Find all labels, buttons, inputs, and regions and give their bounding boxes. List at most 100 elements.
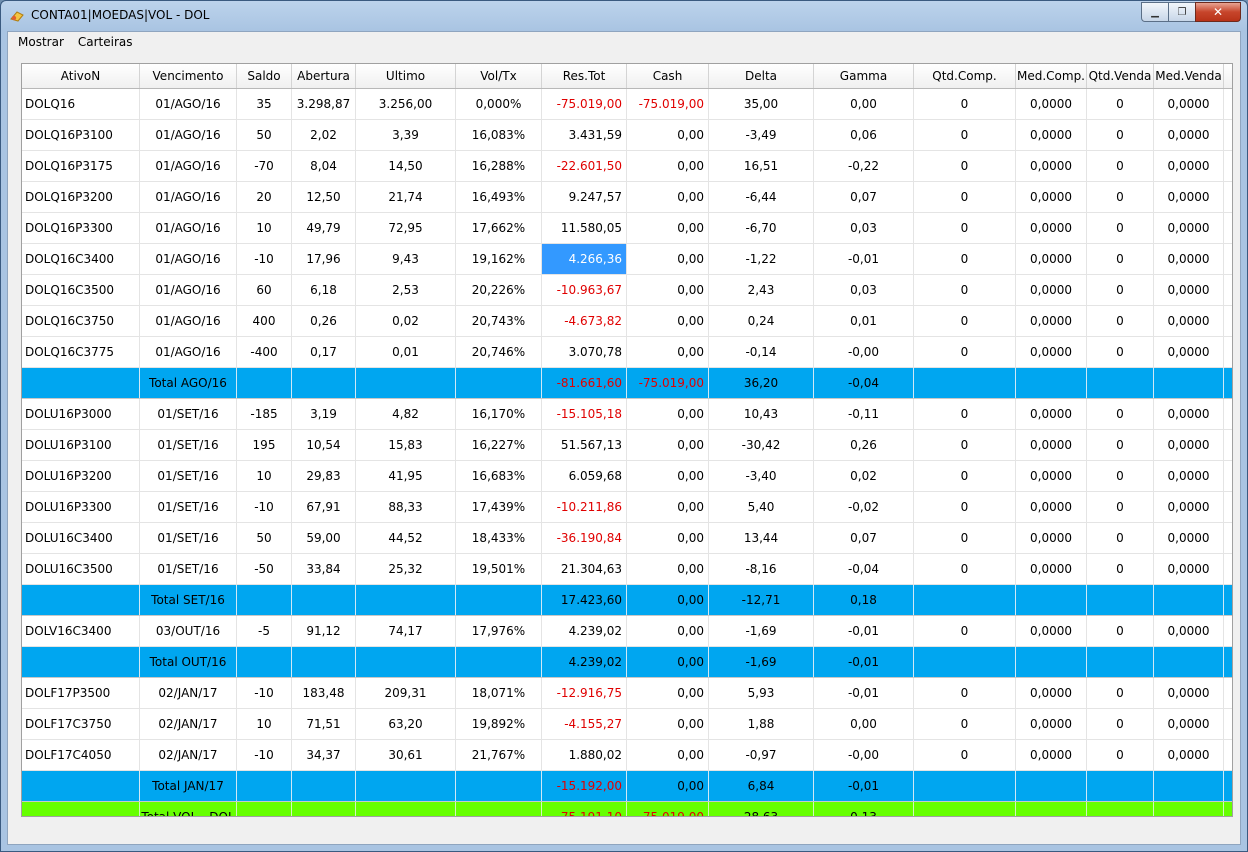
table-row[interactable]: DOLF17C4050 02/JAN/17 -10 34,37 30,61 21,767%…: [22, 740, 1232, 771]
table-cell[interactable]: 0: [1087, 523, 1154, 553]
table-cell[interactable]: -81.661,60: [542, 368, 627, 398]
table-cell[interactable]: [22, 368, 140, 398]
table-cell[interactable]: 02/JAN/17: [140, 709, 237, 739]
grand-total-row[interactable]: Total VOL - DOL -75.191,10 -75.019,00 28,63…: [22, 802, 1232, 816]
table-cell[interactable]: DOLU16C3400: [22, 523, 140, 553]
column-header[interactable]: Ultimo: [356, 64, 456, 88]
table-cell[interactable]: 33,84: [292, 554, 356, 584]
table-cell[interactable]: 0,26: [292, 306, 356, 336]
table-cell[interactable]: 0,00: [627, 616, 709, 646]
table-cell[interactable]: -1,69: [709, 647, 814, 677]
table-cell[interactable]: 19,501%: [456, 554, 542, 584]
table-cell[interactable]: 0: [1087, 244, 1154, 274]
table-cell[interactable]: -75.019,00: [627, 89, 709, 119]
table-cell[interactable]: 2,43: [709, 275, 814, 305]
table-cell[interactable]: 18,071%: [456, 678, 542, 708]
table-cell[interactable]: [1087, 647, 1154, 677]
table-cell[interactable]: 28,63: [709, 802, 814, 816]
subtotal-row[interactable]: Total JAN/17 -15.192,00 0,00 6,84 -0,01: [22, 771, 1232, 802]
table-cell[interactable]: 01/AGO/16: [140, 275, 237, 305]
table-cell[interactable]: 5,40: [709, 492, 814, 522]
table-cell[interactable]: 17,439%: [456, 492, 542, 522]
table-cell[interactable]: DOLU16P3100: [22, 430, 140, 460]
table-cell[interactable]: 0,00: [627, 337, 709, 367]
table-cell[interactable]: 209,31: [356, 678, 456, 708]
table-cell[interactable]: DOLV16C3400: [22, 616, 140, 646]
column-header[interactable]: Qtd.Venda: [1087, 64, 1154, 88]
table-cell[interactable]: 0,0000: [1016, 492, 1087, 522]
table-cell[interactable]: 14,50: [356, 151, 456, 181]
table-cell[interactable]: 01/AGO/16: [140, 151, 237, 181]
table-cell[interactable]: 0,02: [814, 461, 914, 491]
table-cell[interactable]: -1,22: [709, 244, 814, 274]
table-cell[interactable]: 02/JAN/17: [140, 740, 237, 770]
table-row[interactable]: DOLQ16P3100 01/AGO/16 50 2,02 3,39 16,083% 3.4…: [22, 120, 1232, 151]
column-header[interactable]: Med.Comp.: [1016, 64, 1087, 88]
table-row[interactable]: DOLQ16C3400 01/AGO/16 -10 17,96 9,43 19,162% 4…: [22, 244, 1232, 275]
table-cell[interactable]: -0,11: [814, 399, 914, 429]
table-cell[interactable]: 11.580,05: [542, 213, 627, 243]
table-cell[interactable]: 0,00: [627, 306, 709, 336]
table-cell[interactable]: 0,0000: [1154, 523, 1224, 553]
table-cell[interactable]: 0,00: [627, 120, 709, 150]
table-cell[interactable]: DOLQ16P3175: [22, 151, 140, 181]
table-cell[interactable]: -15.192,00: [542, 771, 627, 801]
table-cell[interactable]: 0,0000: [1154, 244, 1224, 274]
table-cell[interactable]: -3,40: [709, 461, 814, 491]
table-cell[interactable]: 0,0000: [1016, 461, 1087, 491]
table-cell[interactable]: 50: [237, 120, 292, 150]
table-cell[interactable]: 0: [1087, 554, 1154, 584]
table-cell[interactable]: 0,0000: [1016, 523, 1087, 553]
table-cell[interactable]: 0: [914, 492, 1016, 522]
table-cell[interactable]: -10: [237, 244, 292, 274]
table-cell[interactable]: 0,0000: [1154, 678, 1224, 708]
table-cell[interactable]: 20: [237, 182, 292, 212]
table-cell[interactable]: 34,37: [292, 740, 356, 770]
table-cell[interactable]: 4.239,02: [542, 616, 627, 646]
table-cell[interactable]: DOLU16P3000: [22, 399, 140, 429]
table-cell[interactable]: -0,00: [814, 337, 914, 367]
table-cell[interactable]: 0,0000: [1016, 554, 1087, 584]
column-header[interactable]: Res.Tot: [542, 64, 627, 88]
table-cell[interactable]: [914, 647, 1016, 677]
table-cell[interactable]: 18,433%: [456, 523, 542, 553]
table-cell[interactable]: [1016, 647, 1087, 677]
table-cell[interactable]: 0: [914, 244, 1016, 274]
table-cell[interactable]: [22, 802, 140, 816]
table-row[interactable]: DOLF17P3500 02/JAN/17 -10 183,48 209,31 18,07…: [22, 678, 1232, 709]
table-cell[interactable]: 67,91: [292, 492, 356, 522]
table-cell[interactable]: DOLQ16C3400: [22, 244, 140, 274]
table-row[interactable]: DOLF17C3750 02/JAN/17 10 71,51 63,20 19,892% -…: [22, 709, 1232, 740]
table-cell[interactable]: 0,00: [627, 585, 709, 615]
table-cell[interactable]: 0,0000: [1016, 399, 1087, 429]
table-cell[interactable]: 0,00: [627, 182, 709, 212]
table-cell[interactable]: 16,51: [709, 151, 814, 181]
table-row[interactable]: DOLU16C3400 01/SET/16 50 59,00 44,52 18,433% -…: [22, 523, 1232, 554]
table-cell[interactable]: 3,39: [356, 120, 456, 150]
column-header[interactable]: Abertura: [292, 64, 356, 88]
table-cell[interactable]: DOLQ16C3775: [22, 337, 140, 367]
table-cell[interactable]: 0: [914, 213, 1016, 243]
table-cell[interactable]: -0,04: [814, 368, 914, 398]
table-cell[interactable]: [456, 647, 542, 677]
table-cell[interactable]: 0,00: [814, 709, 914, 739]
table-cell[interactable]: 0: [914, 461, 1016, 491]
table-cell[interactable]: 63,20: [356, 709, 456, 739]
table-cell[interactable]: -10: [237, 492, 292, 522]
table-cell[interactable]: 10: [237, 213, 292, 243]
table-cell[interactable]: -30,42: [709, 430, 814, 460]
table-cell[interactable]: 0: [914, 678, 1016, 708]
table-cell[interactable]: 01/AGO/16: [140, 89, 237, 119]
table-cell[interactable]: 0: [914, 120, 1016, 150]
table-cell[interactable]: -0,01: [814, 771, 914, 801]
table-cell[interactable]: 0: [1087, 275, 1154, 305]
table-cell[interactable]: Total SET/16: [140, 585, 237, 615]
table-cell[interactable]: Total OUT/16: [140, 647, 237, 677]
table-cell[interactable]: 13,44: [709, 523, 814, 553]
table-row[interactable]: DOLQ16P3200 01/AGO/16 20 12,50 21,74 16,493% 9…: [22, 182, 1232, 213]
table-cell[interactable]: 0: [1087, 213, 1154, 243]
table-cell[interactable]: 0,06: [814, 120, 914, 150]
table-cell[interactable]: 0,00: [627, 523, 709, 553]
table-cell[interactable]: 0: [914, 275, 1016, 305]
table-cell[interactable]: DOLQ16P3300: [22, 213, 140, 243]
